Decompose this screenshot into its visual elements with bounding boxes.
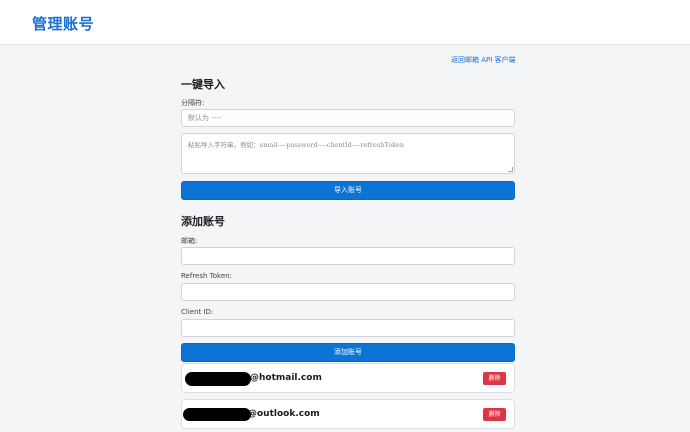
import-button[interactable]: 导入账号 — [181, 181, 515, 200]
separator-input[interactable] — [181, 109, 515, 127]
redacted-email-mask — [185, 372, 251, 386]
page-title: 管理账号 — [32, 15, 95, 33]
import-text-wrapper — [181, 133, 515, 174]
account-card: @outlook.com 删除 — [181, 399, 515, 429]
redacted-email-mask — [183, 408, 251, 421]
import-textarea[interactable] — [181, 133, 515, 174]
account-card: @hotmail.com 删除 — [181, 363, 515, 393]
account-email: @outlook.com — [248, 409, 320, 419]
delete-account-button[interactable]: 删除 — [483, 408, 506, 421]
add-section-title: 添加账号 — [181, 215, 225, 228]
email-label: 邮箱: — [181, 237, 198, 245]
top-header: 管理账号 — [0, 0, 690, 45]
refresh-token-field[interactable] — [181, 283, 515, 301]
separator-label: 分隔符: — [181, 99, 205, 107]
import-section-title: 一键导入 — [181, 78, 225, 91]
add-account-button[interactable]: 添加账号 — [181, 343, 515, 362]
email-field[interactable] — [181, 247, 515, 265]
refresh-token-label: Refresh Token: — [181, 272, 232, 280]
back-to-client-link[interactable]: 返回邮箱 API 客户端 — [451, 55, 516, 65]
resize-handle-icon[interactable] — [508, 167, 513, 172]
client-id-field[interactable] — [181, 319, 515, 337]
delete-account-button[interactable]: 删除 — [483, 372, 506, 385]
client-id-label: Client ID: — [181, 308, 214, 316]
account-email: @hotmail.com — [250, 373, 322, 383]
